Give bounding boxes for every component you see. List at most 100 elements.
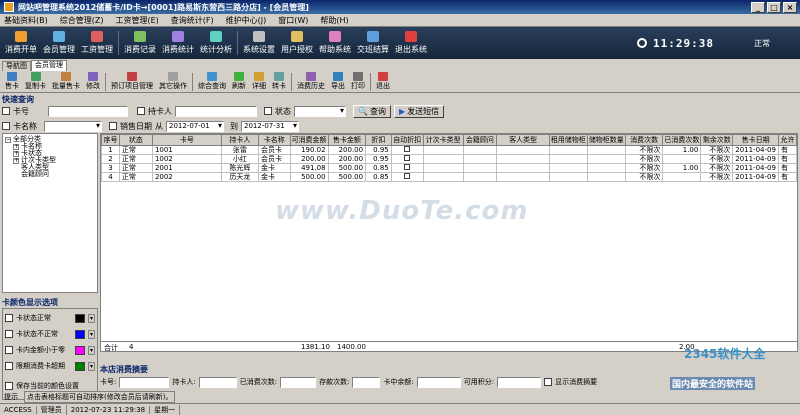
color-swatch[interactable] — [75, 361, 85, 371]
save-color-checkbox[interactable] — [5, 382, 13, 390]
system-settings-button[interactable]: 系统设置 — [240, 27, 278, 59]
column-header[interactable]: 可消费金额 — [289, 134, 329, 146]
refresh-button[interactable]: 刷新 — [229, 72, 249, 91]
close-button[interactable]: × — [783, 1, 797, 13]
auto-discount-checkbox[interactable] — [404, 164, 411, 170]
exit-system-button[interactable]: 退出系统 — [392, 27, 430, 59]
auto-discount-checkbox[interactable] — [404, 173, 411, 179]
color-checkbox[interactable] — [5, 346, 13, 354]
column-header[interactable]: 卡号 — [151, 134, 222, 146]
user-authorization-button[interactable]: 用户授权 — [278, 27, 316, 59]
card-name-select[interactable] — [44, 120, 102, 132]
expand-icon[interactable]: + — [13, 150, 19, 157]
consume-record-button[interactable]: 消费记录 — [121, 27, 159, 59]
holder-checkbox[interactable] — [137, 107, 145, 115]
chevron-down-icon[interactable]: ▾ — [88, 329, 95, 339]
tab-navigation[interactable]: 导航图 — [2, 61, 31, 71]
sell-date-checkbox[interactable] — [109, 122, 117, 130]
column-header[interactable]: 状态 — [118, 134, 153, 146]
consume-history-button[interactable]: 消费历史 — [294, 72, 328, 91]
column-header[interactable]: 售卡日期 — [732, 134, 779, 146]
card-no-input[interactable] — [48, 105, 128, 117]
chevron-down-icon[interactable]: ▾ — [88, 345, 95, 355]
shift-settlement-button[interactable]: 交班结算 — [354, 27, 392, 59]
color-checkbox[interactable] — [5, 314, 13, 322]
column-header[interactable]: 租用储物柜 — [548, 134, 588, 146]
menu-query-statistics[interactable]: 查询统计(F) — [171, 15, 214, 26]
column-header[interactable]: 储物柜数量 — [586, 134, 626, 146]
comprehensive-query-button[interactable]: 综合查询 — [195, 72, 229, 91]
tree-item-membership-advisor[interactable]: 会籍顾问 — [5, 171, 95, 178]
collapse-icon[interactable]: − — [5, 136, 11, 143]
color-swatch[interactable] — [75, 313, 85, 323]
menu-basic-data[interactable]: 基础资料(B) — [4, 15, 48, 26]
maximize-button[interactable]: □ — [767, 1, 781, 13]
expand-icon[interactable]: + — [13, 143, 19, 150]
statistics-analysis-button[interactable]: 统计分析 — [197, 27, 235, 59]
reserve-project-button[interactable]: 预订项目管理 — [108, 72, 156, 91]
table-row[interactable]: 1 正常 1001 张雷 会员卡 190.02 200.00 0.95 不限次 … — [101, 145, 797, 155]
card-no-checkbox[interactable] — [2, 107, 10, 115]
table-row[interactable]: 3 正常 2001 陈光辉 金卡 491.08 500.00 0.85 不限次 … — [101, 163, 797, 173]
column-header[interactable]: 剩余次数 — [700, 134, 734, 146]
from-date-input[interactable]: 2012-07-01 — [166, 120, 224, 132]
tree-item-count-card-type[interactable]: + 计次卡类型 — [5, 157, 95, 164]
table-row[interactable]: 4 正常 2002 历天龙 金卡 500.00 500.00 0.85 不限次 … — [101, 172, 797, 182]
column-header[interactable]: 卡名称 — [257, 134, 291, 146]
query-button[interactable]: 🔍 查询 — [353, 104, 391, 118]
column-header[interactable]: 消费次数 — [624, 134, 664, 146]
card-name-checkbox[interactable] — [2, 122, 10, 130]
other-operations-button[interactable]: 其它操作 — [156, 72, 190, 91]
auto-discount-checkbox[interactable] — [404, 155, 411, 161]
transfer-card-button[interactable]: 转卡 — [269, 72, 289, 91]
copy-card-button[interactable]: 复制卡 — [22, 72, 49, 91]
expand-icon[interactable]: + — [13, 157, 19, 164]
consume-statistics-button[interactable]: 消费统计 — [159, 27, 197, 59]
column-header[interactable]: 已消费次数 — [662, 134, 702, 146]
detail-button[interactable]: 详细 — [249, 72, 269, 91]
holder-input[interactable] — [175, 105, 257, 117]
menu-general-management[interactable]: 综合管理(Z) — [60, 15, 104, 26]
member-management-button[interactable]: 会员管理 — [40, 27, 78, 59]
column-header[interactable]: 允许 — [777, 134, 797, 146]
help-system-button[interactable]: 帮助系统 — [316, 27, 354, 59]
color-swatch[interactable] — [75, 329, 85, 339]
batch-sell-card-button[interactable]: 批量售卡 — [49, 72, 83, 91]
edit-button[interactable]: 修改 — [83, 72, 103, 91]
auto-discount-checkbox[interactable] — [404, 146, 411, 152]
show-summary-checkbox[interactable] — [544, 378, 553, 386]
column-header[interactable]: 客人类型 — [496, 134, 550, 146]
chevron-down-icon[interactable]: ▾ — [88, 361, 95, 371]
menu-help[interactable]: 帮助(H) — [320, 15, 348, 26]
menu-maintenance-center[interactable]: 维护中心(J) — [226, 15, 267, 26]
menu-salary-management[interactable]: 工资管理(E) — [115, 15, 158, 26]
tab-member-management[interactable]: 会员管理 — [31, 60, 67, 71]
color-checkbox[interactable] — [5, 330, 13, 338]
color-checkbox[interactable] — [5, 362, 13, 370]
state-select[interactable] — [294, 105, 346, 117]
tree-root[interactable]: − 全部分类 — [5, 136, 95, 143]
column-header[interactable]: 会籍顾问 — [462, 134, 498, 146]
exit-button[interactable]: 退出 — [373, 72, 393, 91]
state-checkbox[interactable] — [264, 107, 272, 115]
consume-order-button[interactable]: 消费开单 — [2, 27, 40, 59]
export-button[interactable]: 导出 — [328, 72, 348, 91]
tree-item-guest-type[interactable]: 客人类型 — [5, 164, 95, 171]
color-swatch[interactable] — [75, 345, 85, 355]
print-button[interactable]: 打印 — [348, 72, 368, 91]
send-sms-button[interactable]: ▶ 发送短信 — [393, 104, 445, 118]
column-header[interactable]: 售卡金额 — [327, 134, 367, 146]
column-header[interactable]: 自动折扣 — [390, 134, 424, 146]
column-header[interactable]: 持卡人 — [220, 134, 259, 146]
menu-window[interactable]: 窗口(W) — [278, 15, 308, 26]
to-date-input[interactable]: 2012-07-31 — [241, 120, 299, 132]
minimize-button[interactable]: _ — [751, 1, 765, 13]
column-header[interactable]: 序号 — [101, 134, 120, 146]
sell-card-button[interactable]: 售卡 — [2, 72, 22, 91]
column-header[interactable]: 折扣 — [365, 134, 392, 146]
chevron-down-icon[interactable]: ▾ — [88, 313, 95, 323]
tree-item-card-name[interactable]: + 卡名称 — [5, 143, 95, 150]
salary-management-button[interactable]: 工资管理 — [78, 27, 116, 59]
table-row[interactable]: 2 正常 1002 小红 会员卡 200.00 200.00 0.95 不限次 … — [101, 154, 797, 164]
column-header[interactable]: 计次卡类型 — [422, 134, 464, 146]
